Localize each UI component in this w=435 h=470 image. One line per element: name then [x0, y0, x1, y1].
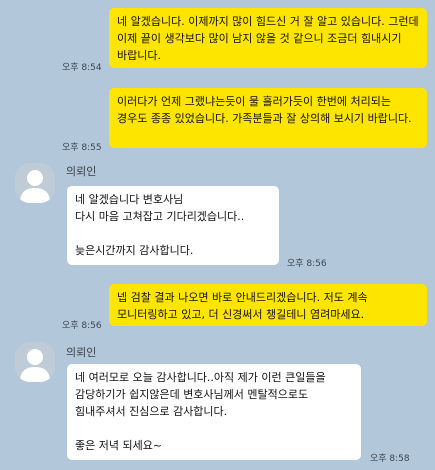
received-message-1[interactable]: 네 알겠습니다 변호사님 다시 마음 고쳐잡고 기다리겠습니다.. 늦은시간까지… [67, 186, 279, 265]
message-3-time: 오후 8:56 [287, 259, 327, 269]
default-profile-icon [20, 170, 50, 203]
message-1-time: 오후 8:54 [62, 63, 102, 73]
message-5-time: 오후 8:58 [370, 454, 410, 464]
default-profile-icon [20, 349, 50, 382]
sent-message-2[interactable]: 이러다가 언제 그랬냐는듯이 물 흘러가듯이 한번에 처리되는 경우도 종종 있… [109, 88, 427, 148]
sender-avatar[interactable] [15, 342, 55, 382]
message-4-time: 오후 8:56 [62, 321, 102, 331]
sent-message-1[interactable]: 네 알겠습니다. 이제까지 많이 힘드신 거 잘 알고 있습니다. 그런데 이제… [109, 8, 427, 68]
sender-avatar[interactable] [15, 163, 55, 203]
message-2-time: 오후 8:55 [62, 143, 102, 153]
received-message-2[interactable]: 네 여러모로 오늘 감사합니다..아직 제가 이런 큰일들을 감당하기가 쉽지않… [67, 364, 361, 460]
sender-name: 의뢰인 [66, 346, 97, 359]
sent-message-3[interactable]: 넵 검찰 결과 나오면 바로 안내드리겠습니다. 저도 계속 모니터링하고 있고… [109, 284, 427, 326]
sender-name: 의뢰인 [66, 165, 97, 178]
